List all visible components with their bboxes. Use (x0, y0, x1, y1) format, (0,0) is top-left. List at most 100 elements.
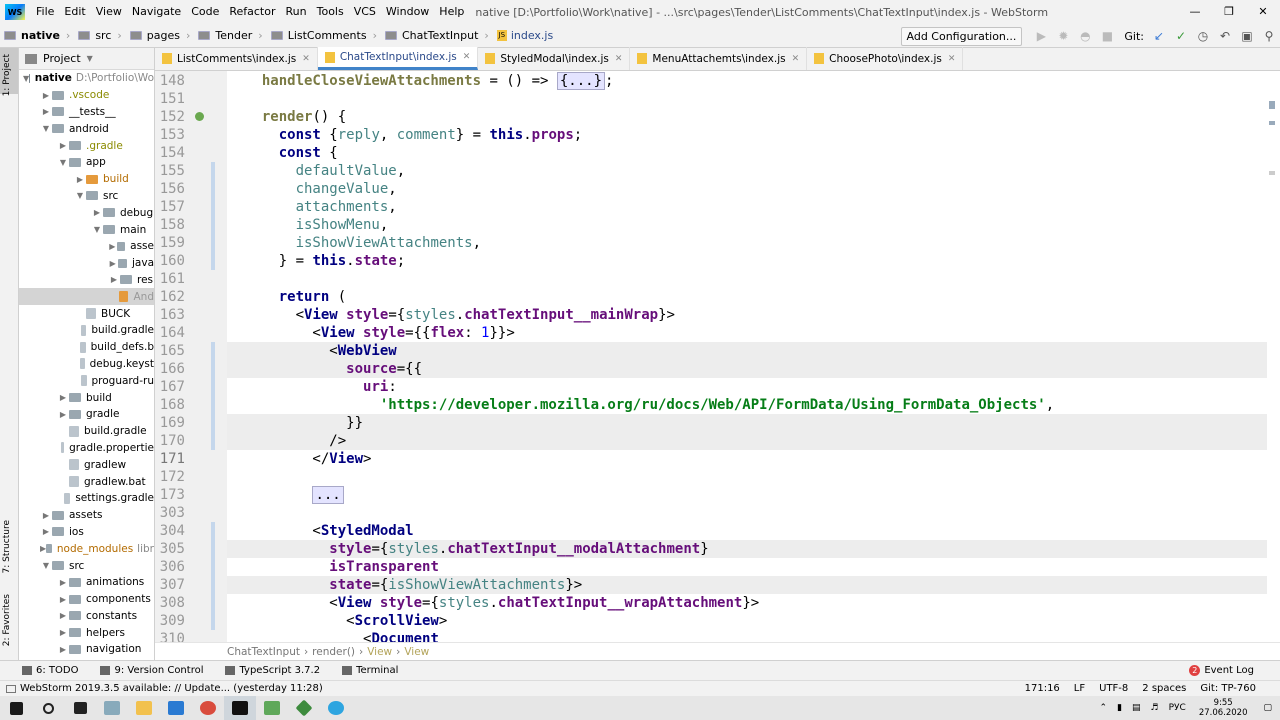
chevron-right-icon[interactable]: ▶ (40, 527, 52, 536)
code-line[interactable]: isTransparent (227, 558, 1267, 576)
tree-item[interactable]: ▶ build (19, 389, 154, 406)
vscode-icon[interactable] (160, 696, 192, 720)
breadcrumb-item[interactable]: ListComments › (267, 29, 381, 42)
battery-icon[interactable]: ▮ (1117, 703, 1122, 713)
search-icon[interactable]: ⚲ (1258, 24, 1280, 48)
tool-window-6-todo[interactable]: 6: TODO (22, 665, 78, 676)
chevron-right-icon[interactable]: ▶ (57, 645, 69, 654)
code-line[interactable]: ... (227, 486, 1267, 504)
code-line[interactable]: isShowMenu, (227, 216, 1267, 234)
editor-breadcrumb-item[interactable]: render() (312, 646, 355, 658)
tree-item[interactable]: ▶ build (19, 171, 154, 188)
menu-view[interactable]: View (91, 0, 127, 24)
chevron-right-icon[interactable]: ▶ (57, 628, 69, 637)
chevron-right-icon[interactable]: ▶ (57, 141, 69, 150)
structure-tool-button[interactable]: 7: Structure (2, 520, 12, 574)
chrome-icon[interactable] (192, 696, 224, 720)
chevron-right-icon[interactable]: ▶ (108, 242, 117, 251)
breadcrumb-item[interactable]: native › (0, 29, 74, 42)
code-line[interactable]: const { (227, 144, 1267, 162)
tree-item[interactable]: gradlew (19, 456, 154, 473)
editor-breadcrumb-item[interactable]: View (404, 646, 429, 658)
tree-item[interactable]: ▼ native D:\Portfolio\Wo (19, 70, 154, 87)
menu-refactor[interactable]: Refactor (224, 0, 280, 24)
chevron-down-icon[interactable]: ▼ (40, 561, 52, 570)
close-icon[interactable]: ✕ (463, 52, 471, 62)
editor-tab[interactable]: MenuAttachemts\index.js ✕ (630, 47, 808, 70)
android-studio-icon[interactable] (256, 696, 288, 720)
tree-item[interactable]: ▶ helpers (19, 624, 154, 641)
status-message[interactable]: WebStorm 2019.3.5 available: // Update..… (20, 683, 323, 694)
project-panel-header[interactable]: Project ▼ (19, 48, 154, 70)
chevron-right-icon[interactable]: ▶ (57, 595, 69, 604)
tree-item[interactable]: ▶ __tests__ (19, 104, 154, 121)
tree-item[interactable]: ▶ ios (19, 524, 154, 541)
chevron-right-icon[interactable]: ▶ (108, 259, 118, 268)
tree-item[interactable]: build.gradle (19, 423, 154, 440)
menu-window[interactable]: Window (381, 0, 434, 24)
chevron-down-icon[interactable]: ▼ (40, 124, 52, 133)
telegram-icon[interactable] (320, 696, 352, 720)
git-rollback-icon[interactable]: ↶ (1214, 24, 1236, 48)
code-line[interactable]: /> (227, 432, 1267, 450)
git-commit-icon[interactable]: ✓ (1170, 24, 1192, 48)
code-line[interactable]: } = this.state; (227, 252, 1267, 270)
code-line[interactable]: uri: (227, 378, 1267, 396)
menu-code[interactable]: Code (186, 0, 224, 24)
breadcrumb-item[interactable]: JS index.js (493, 29, 557, 42)
file-manager-icon[interactable] (96, 696, 128, 720)
tree-item[interactable]: ▶ debug (19, 204, 154, 221)
tree-item[interactable]: ▶ constants (19, 608, 154, 625)
editor-tab[interactable]: StyledModal\index.js ✕ (478, 47, 631, 70)
tree-item[interactable]: ▶ navigation (19, 641, 154, 658)
menu-tools[interactable]: Tools (312, 0, 349, 24)
chevron-right-icon[interactable]: ▶ (91, 208, 103, 217)
code-line[interactable]: isShowViewAttachments, (227, 234, 1267, 252)
tree-item[interactable]: ▼ android (19, 120, 154, 137)
tree-item[interactable]: ▼ src (19, 188, 154, 205)
volume-icon[interactable]: ♬ (1151, 703, 1159, 713)
menu-run[interactable]: Run (281, 0, 312, 24)
chevron-right-icon[interactable]: ▶ (40, 91, 52, 100)
chevron-down-icon[interactable]: ▼ (74, 191, 86, 200)
minimize-icon[interactable]: — (1178, 0, 1212, 24)
menu-edit[interactable]: Edit (59, 0, 90, 24)
event-log-button[interactable]: 2 Event Log (1189, 665, 1254, 676)
run-icon[interactable]: ▶ (1030, 24, 1052, 48)
tree-item[interactable]: gradlew.bat (19, 473, 154, 490)
tree-item[interactable]: ▶ .vscode (19, 87, 154, 104)
tree-item[interactable]: debug.keyst (19, 356, 154, 373)
code-line[interactable]: state={isShowViewAttachments}> (227, 576, 1267, 594)
code-line[interactable] (227, 504, 1267, 522)
task-view-icon[interactable] (64, 696, 96, 720)
windows-start-icon[interactable] (0, 696, 32, 720)
tool-window-9-version-control[interactable]: 9: Version Control (100, 665, 203, 676)
project-tool-button[interactable]: 1: Project (2, 54, 12, 96)
tree-item[interactable]: ▶ components (19, 591, 154, 608)
clock[interactable]: 9:55 27.06.2020 (1199, 698, 1248, 718)
code-line[interactable]: <Document (227, 630, 1267, 642)
restore-icon[interactable]: ❐ (1212, 0, 1246, 24)
notifications-icon[interactable]: ▢ (1263, 703, 1272, 713)
chevron-down-icon[interactable]: ▼ (87, 54, 93, 63)
close-icon[interactable]: ✕ (1246, 0, 1280, 24)
override-marker-icon[interactable] (195, 112, 204, 121)
tree-item[interactable]: ▶ animations (19, 574, 154, 591)
code-line[interactable]: changeValue, (227, 180, 1267, 198)
chevron-right-icon[interactable]: ▶ (40, 107, 52, 116)
menu-navigate[interactable]: Navigate (127, 0, 186, 24)
editor-scrollbar[interactable] (1267, 71, 1280, 642)
chevron-right-icon[interactable]: ▶ (74, 175, 86, 184)
breadcrumb-item[interactable]: ChatTextInput › (381, 29, 493, 42)
editor-breadcrumb-item[interactable]: View (367, 646, 392, 658)
tree-item[interactable]: ▼ src (19, 557, 154, 574)
tree-item[interactable]: ▶ assets (19, 507, 154, 524)
tree-item[interactable]: ▶ .gradle (19, 137, 154, 154)
code-line[interactable]: style={styles.chatTextInput__modalAttach… (227, 540, 1267, 558)
code-line[interactable]: <ScrollView> (227, 612, 1267, 630)
tool-window-typescript-3-7-2[interactable]: TypeScript 3.7.2 (225, 665, 320, 676)
code-line[interactable]: 'https://developer.mozilla.org/ru/docs/W… (227, 396, 1267, 414)
add-configuration-button[interactable]: Add Configuration... (900, 26, 1023, 46)
nodejs-icon[interactable] (288, 696, 320, 720)
tree-item[interactable]: BUCK (19, 305, 154, 322)
